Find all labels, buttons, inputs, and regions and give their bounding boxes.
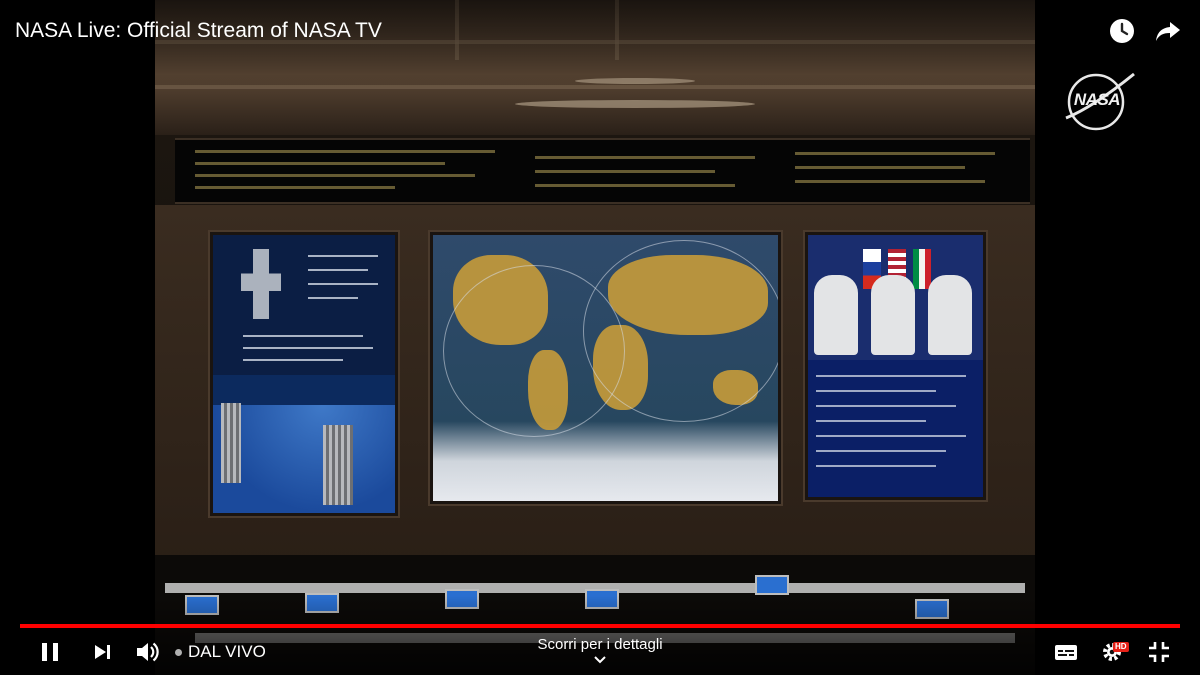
scroll-hint-label: Scorri per i dettagli — [537, 636, 663, 653]
video-title[interactable]: NASA Live: Official Stream of NASA TV — [15, 18, 382, 44]
live-dot-icon — [175, 648, 182, 656]
pause-button[interactable] — [38, 638, 64, 666]
share-arrow-icon[interactable] — [1153, 16, 1183, 46]
station-telemetry-screen — [210, 232, 398, 516]
clock-icon[interactable] — [1107, 16, 1137, 46]
hd-quality-badge: HD — [1113, 642, 1129, 652]
ground-track-map-screen — [430, 232, 781, 504]
volume-icon — [137, 642, 159, 662]
video-frame[interactable] — [155, 0, 1035, 675]
skip-next-icon — [95, 645, 110, 659]
pause-icon — [42, 643, 58, 661]
progress-bar[interactable] — [20, 624, 1180, 628]
exit-fullscreen-icon — [1149, 642, 1169, 662]
volume-button[interactable] — [134, 638, 162, 666]
subtitles-icon — [1055, 645, 1077, 660]
chevron-down-icon — [594, 656, 606, 664]
subtitles-button[interactable] — [1052, 638, 1080, 666]
nasa-watermark-logo: NASA — [1058, 70, 1136, 132]
status-ticker-display — [175, 138, 1030, 204]
exit-fullscreen-button[interactable] — [1145, 638, 1173, 666]
crew-info-screen — [805, 232, 986, 500]
live-label: DAL VIVO — [188, 642, 266, 661]
scroll-for-details[interactable]: Scorri per i dettagli — [500, 636, 700, 664]
nasa-logo-text: NASA — [1073, 90, 1121, 109]
live-indicator[interactable]: DAL VIVO — [175, 640, 266, 664]
next-button[interactable] — [90, 638, 116, 666]
top-overlay — [0, 0, 1200, 90]
